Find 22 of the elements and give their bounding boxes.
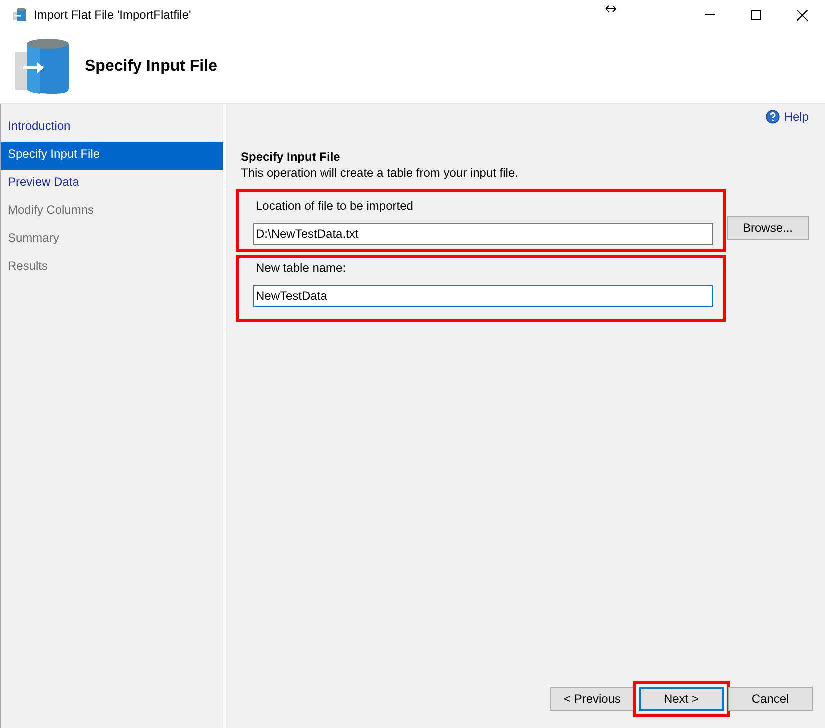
sidebar-item[interactable]: Introduction <box>1 114 223 142</box>
wizard-button[interactable]: Cancel <box>728 687 813 711</box>
browse-button[interactable]: Browse... <box>727 216 809 240</box>
field-label: Location of file to be imported <box>255 198 414 215</box>
text-field[interactable]: D:\NewTestData.txt <box>253 223 713 245</box>
database-import-icon <box>13 38 69 96</box>
help-icon <box>766 110 780 124</box>
close-icon[interactable] <box>796 10 808 20</box>
app-icon <box>12 7 28 23</box>
text-field[interactable]: NewTestData <box>253 285 713 307</box>
page-heading: Specify Input File <box>85 58 218 76</box>
sidebar-item[interactable]: Specify Input File <box>1 142 223 170</box>
maximize-icon[interactable] <box>751 10 761 20</box>
window-title: Import Flat File 'ImportFlatfile' <box>34 8 192 22</box>
resize-arrow-icon <box>605 5 617 13</box>
help-link[interactable]: Help <box>766 110 809 124</box>
section-title: Specify Input File <box>241 150 342 164</box>
wizard-button[interactable]: < Previous <box>550 687 635 711</box>
wizard-button[interactable]: Next > <box>639 687 724 711</box>
sidebar-item[interactable]: Preview Data <box>1 170 223 198</box>
field-label: New table name: <box>255 260 348 277</box>
description-text: This operation will create a table from your input file. <box>241 166 520 180</box>
